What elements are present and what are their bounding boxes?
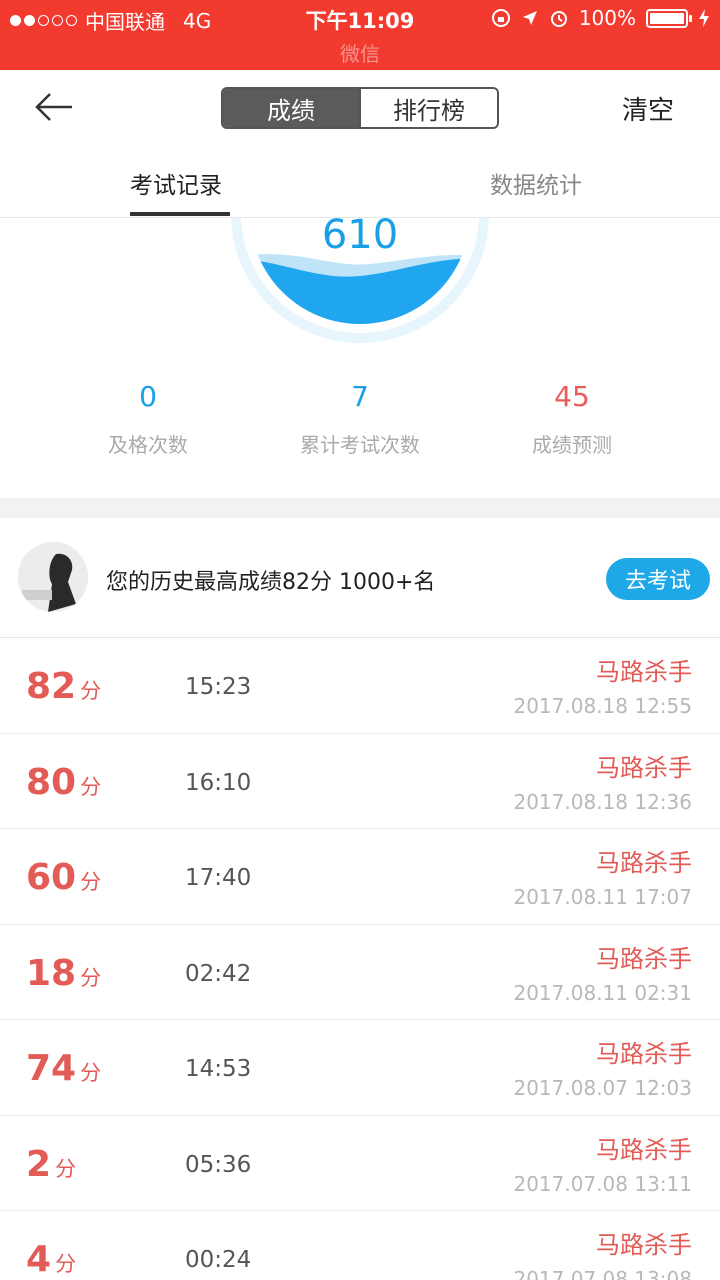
record-score: 82 分 — [26, 666, 102, 707]
list-item[interactable]: 2分 05:36 马路杀手 2017.07.08 13:11 — [0, 1116, 720, 1211]
record-title: 马路杀手 — [596, 753, 692, 782]
nav-header: 成绩 排行榜 清空 — [0, 70, 720, 146]
list-item[interactable]: 82 分 15:23 马路杀手 2017.08.18 12:55 — [0, 638, 720, 734]
stats-row: 0 及格次数 7 累计考试次数 45 成绩预测 — [0, 380, 720, 480]
status-bar: 中国联通 4G 下午11:09 微信 100% — [0, 0, 720, 70]
record-score: 18 分 — [26, 952, 102, 994]
record-duration: 05:36 — [185, 1151, 252, 1178]
record-datetime: 2017.08.18 12:36 — [513, 789, 692, 814]
record-datetime: 2017.07.08 13:11 — [513, 1171, 692, 1196]
avatar — [18, 542, 88, 612]
battery-icon — [646, 8, 692, 28]
record-score: 60 分 — [26, 857, 102, 898]
record-title: 马路杀手 — [596, 944, 692, 973]
record-datetime: 2017.08.18 12:55 — [513, 694, 692, 718]
stat-label: 及格次数 — [108, 433, 188, 457]
exam-record-list: 82 分 15:23 马路杀手 2017.08.18 12:55 80 分 16:1… — [0, 638, 720, 1280]
stat-label: 成绩预测 — [532, 433, 612, 457]
record-datetime: 2017.07.08 13:08 — [513, 1267, 692, 1280]
back-arrow-icon[interactable] — [34, 90, 74, 124]
list-item[interactable]: 4分 00:24 马路杀手 2017.07.08 13:08 — [0, 1211, 720, 1280]
record-duration: 00:24 — [185, 1247, 252, 1273]
record-duration: 14:53 — [185, 1056, 252, 1082]
battery-percent: 100% — [578, 6, 636, 30]
record-datetime: 2017.08.11 02:31 — [513, 980, 692, 1005]
record-datetime: 2017.08.07 12:03 — [513, 1076, 692, 1100]
record-duration: 02:42 — [185, 960, 252, 987]
stat-value: 7 — [351, 380, 369, 413]
stat-value: 0 — [139, 380, 157, 413]
record-title: 马路杀手 — [596, 849, 692, 877]
tab-data-stats[interactable]: 数据统计 — [490, 166, 582, 200]
segment-ranking[interactable]: 排行榜 — [359, 89, 497, 127]
stat-label: 累计考试次数 — [300, 433, 420, 457]
list-item[interactable]: 74 分 14:53 马路杀手 2017.08.07 12:03 — [0, 1020, 720, 1116]
status-right: 100% — [491, 6, 710, 30]
stat-prediction: 45 成绩预测 — [452, 380, 692, 458]
stat-exam-count: 7 累计考试次数 — [240, 380, 480, 458]
tab-exam-records[interactable]: 考试记录 — [130, 166, 222, 200]
go-exam-button[interactable]: 去考试 — [606, 558, 710, 600]
stat-value: 45 — [554, 380, 590, 413]
list-item[interactable]: 60 分 17:40 马路杀手 2017.08.11 17:07 — [0, 829, 720, 925]
location-arrow-icon — [522, 11, 537, 25]
record-title: 马路杀手 — [596, 658, 692, 686]
record-score: 80 分 — [26, 761, 102, 803]
list-item[interactable]: 18 分 02:42 马路杀手 2017.08.11 02:31 — [0, 925, 720, 1020]
record-title: 马路杀手 — [596, 1231, 692, 1259]
list-item[interactable]: 80 分 16:10 马路杀手 2017.08.18 12:36 — [0, 734, 720, 829]
record-score: 74 分 — [26, 1048, 102, 1089]
status-subtitle: 微信 — [340, 42, 380, 66]
total-score: 610 — [321, 212, 399, 258]
record-title: 马路杀手 — [596, 1135, 692, 1164]
record-datetime: 2017.08.11 17:07 — [513, 885, 692, 909]
best-score-text: 您的历史最高成绩82分 1000+名 — [106, 570, 436, 595]
segment-control: 成绩 排行榜 — [221, 87, 499, 129]
record-duration: 15:23 — [185, 674, 252, 700]
record-title: 马路杀手 — [596, 1040, 692, 1068]
tab-bar: 考试记录 数据统计 — [0, 146, 720, 218]
section-divider — [0, 498, 720, 518]
record-duration: 16:10 — [185, 769, 252, 796]
segment-score[interactable]: 成绩 — [223, 89, 359, 127]
clear-button[interactable]: 清空 — [622, 90, 674, 127]
record-duration: 17:40 — [185, 865, 252, 891]
best-record-bar: 您的历史最高成绩82分 1000+名 去考试 — [0, 518, 720, 638]
rotation-lock-icon — [491, 9, 510, 27]
stat-pass-count: 0 及格次数 — [28, 380, 268, 458]
charging-bolt-icon — [699, 9, 709, 27]
record-score: 2分 — [26, 1143, 77, 1185]
record-score: 4分 — [26, 1239, 77, 1280]
alarm-icon — [550, 11, 567, 27]
